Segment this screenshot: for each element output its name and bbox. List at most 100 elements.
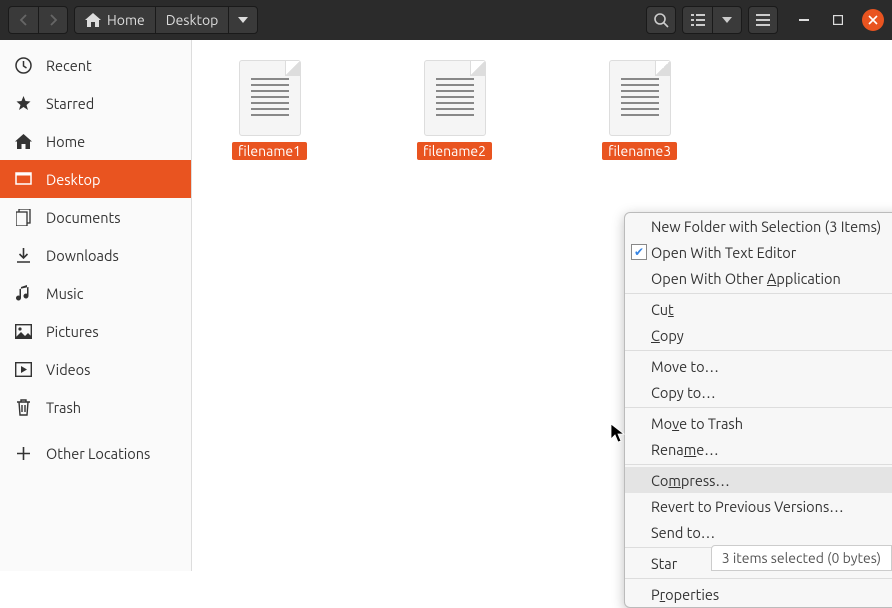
downloads-icon [14, 246, 32, 264]
menu-item[interactable]: New Folder with Selection (3 Items) [625, 213, 892, 239]
sidebar-item-recent[interactable]: Recent [0, 46, 191, 84]
menu-item-label: Send to… [651, 524, 715, 541]
sidebar-item-label: Documents [46, 209, 121, 226]
sidebar: Recent Starred Home Desktop Documents Downloa… [0, 40, 192, 571]
path-home-label: Home [107, 12, 145, 28]
view-list-button[interactable] [682, 6, 712, 34]
menu-item[interactable]: ✔Open With Text EditorReturn [625, 239, 892, 265]
pictures-icon [14, 322, 32, 340]
menu-item-label: Revert to Previous Versions… [651, 498, 844, 515]
file-label: filename1 [232, 142, 307, 160]
sidebar-item-label: Trash [46, 399, 81, 416]
menu-item[interactable]: Open With Other Application [625, 265, 892, 291]
status-bar: 3 items selected (0 bytes) [711, 545, 892, 571]
sidebar-item-trash[interactable]: Trash [0, 388, 191, 426]
menu-item[interactable]: CutCtrl+X [625, 296, 892, 322]
desktop-icon [14, 170, 32, 188]
menu-item[interactable]: Copy to… [625, 379, 892, 405]
path-desktop[interactable]: Desktop [156, 6, 229, 34]
file-icon [424, 60, 486, 136]
sidebar-item-label: Pictures [46, 323, 99, 340]
sidebar-item-label: Home [46, 133, 85, 150]
file-icon [239, 60, 301, 136]
view-dropdown[interactable] [712, 6, 742, 34]
menu-item[interactable]: Rename…F2 [625, 436, 892, 462]
sidebar-item-pictures[interactable]: Pictures [0, 312, 191, 350]
menu-item-label: Copy to… [651, 384, 716, 401]
search-icon [654, 13, 669, 28]
menu-item[interactable]: Revert to Previous Versions… [625, 493, 892, 519]
plus-icon [14, 444, 32, 462]
menu-item-label: Open With Other Application [651, 270, 841, 287]
content-area[interactable]: filename1 filename2 filename3 New Folder w… [192, 40, 892, 571]
nav-group [8, 6, 68, 34]
menu-item[interactable]: CopyCtrl+C [625, 322, 892, 348]
menu-item-label: Properties [651, 586, 719, 603]
sidebar-item-label: Videos [46, 361, 90, 378]
menu-separator [625, 407, 892, 408]
maximize-button[interactable] [828, 10, 848, 30]
menu-item-label: Rename… [651, 441, 719, 458]
status-text: 3 items selected (0 bytes) [722, 550, 881, 566]
star-icon [14, 94, 32, 112]
check-icon: ✔ [631, 244, 647, 260]
file-item[interactable]: filename3 [602, 60, 677, 160]
home-icon [14, 132, 32, 150]
sidebar-item-downloads[interactable]: Downloads [0, 236, 191, 274]
sidebar-item-home[interactable]: Home [0, 122, 191, 160]
chevron-right-icon [49, 14, 58, 26]
menu-item[interactable]: Move to TrashDelete [625, 410, 892, 436]
menu-separator [625, 350, 892, 351]
menu-item-label: Copy [651, 327, 684, 344]
menu-item-label: Move to Trash [651, 415, 743, 432]
window-controls [794, 9, 884, 31]
trash-icon [14, 398, 32, 416]
search-button[interactable] [646, 6, 676, 34]
sidebar-item-desktop[interactable]: Desktop [0, 160, 191, 198]
sidebar-item-music[interactable]: Music [0, 274, 191, 312]
path-desktop-label: Desktop [166, 12, 219, 28]
menu-item[interactable]: Move to… [625, 353, 892, 379]
file-label: filename3 [602, 142, 677, 160]
menu-item[interactable]: PropertiesCtrl+I [625, 581, 892, 607]
path-bar: Home Desktop [74, 6, 258, 34]
videos-icon [14, 360, 32, 378]
menu-separator [625, 464, 892, 465]
menu-item[interactable]: Send to… [625, 519, 892, 545]
sidebar-item-videos[interactable]: Videos [0, 350, 191, 388]
sidebar-item-label: Recent [46, 57, 92, 74]
file-label: filename2 [417, 142, 492, 160]
sidebar-item-label: Desktop [46, 171, 100, 188]
path-dropdown[interactable] [228, 6, 258, 34]
menu-item-label: Compress… [651, 472, 730, 489]
minimize-button[interactable] [794, 10, 814, 30]
documents-icon [14, 208, 32, 226]
list-icon [691, 14, 705, 26]
close-button[interactable] [862, 9, 884, 31]
chevron-left-icon [19, 14, 28, 26]
menu-item-label: Open With Text Editor [651, 244, 796, 261]
menu-item-label: Cut [651, 301, 674, 318]
main-area: Recent Starred Home Desktop Documents Downloa… [0, 40, 892, 571]
clock-icon [14, 56, 32, 74]
music-icon [14, 284, 32, 302]
hamburger-button[interactable] [748, 6, 778, 34]
menu-item-label: New Folder with Selection (3 Items) [651, 218, 881, 235]
file-item[interactable]: filename1 [232, 60, 307, 160]
view-group [682, 6, 742, 34]
caret-down-icon [722, 17, 732, 23]
sidebar-item-other-locations[interactable]: Other Locations [0, 434, 191, 472]
sidebar-item-label: Other Locations [46, 445, 150, 462]
home-icon [85, 13, 101, 27]
path-home[interactable]: Home [74, 6, 156, 34]
file-item[interactable]: filename2 [417, 60, 492, 160]
forward-button[interactable] [38, 6, 68, 34]
file-icon [609, 60, 671, 136]
sidebar-item-documents[interactable]: Documents [0, 198, 191, 236]
titlebar: Home Desktop [0, 0, 892, 40]
hamburger-icon [756, 14, 770, 26]
sidebar-item-starred[interactable]: Starred [0, 84, 191, 122]
back-button[interactable] [8, 6, 38, 34]
menu-item[interactable]: Compress… [625, 467, 892, 493]
menu-separator [625, 578, 892, 579]
